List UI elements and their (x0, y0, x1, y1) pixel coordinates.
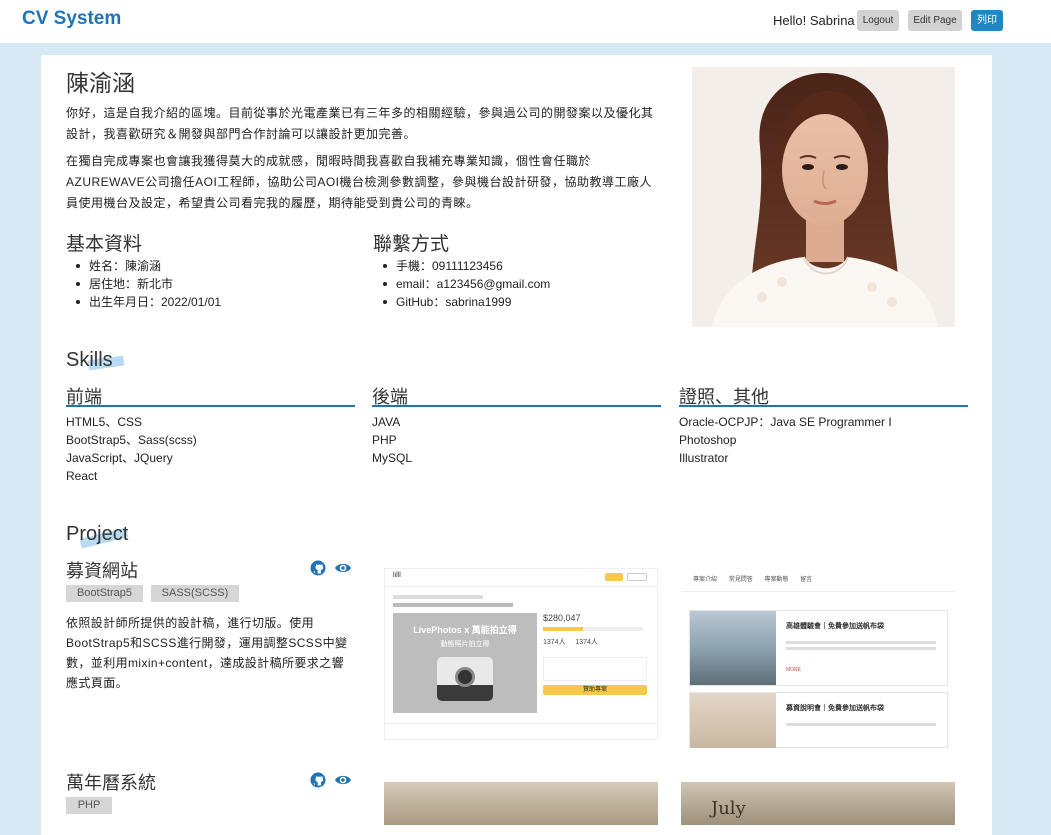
project-1-description: 依照設計師所提供的設計稿，進行切版。使用BootStrap5和SCSS進行開發，… (66, 616, 348, 690)
skills-title: Skills (66, 349, 113, 371)
project-2-tag-php: PHP (66, 797, 112, 814)
portrait-image (692, 67, 955, 327)
project-1-tag-bootstrap: BootStrap5 (66, 585, 143, 602)
skills-backend-divider (372, 405, 661, 407)
github-icon (310, 560, 326, 576)
mock-days: 1374人 (575, 639, 598, 646)
greeting-text: Hello! Sabrina (773, 13, 855, 28)
skill-item: PHP (372, 433, 397, 447)
skills-backend-list: JAVA PHP MySQL (372, 413, 412, 467)
top-navbar: CV System Hello! Sabrina Logout Edit Pag… (0, 0, 1051, 43)
skills-frontend-divider (66, 405, 355, 407)
intro-paragraph-2: 在獨自完成專案也會讓我獲得莫大的成就感，閒暇時間我喜歡自我補充專業知識，個性會任… (66, 154, 653, 210)
camera-illustration (437, 657, 493, 701)
project-1-screenshot-b[interactable]: 專案介紹 常見問答 專案動態 留言 高雄體驗會｜免費參加送帆布袋 MORE 募資… (681, 568, 955, 748)
contact-email[interactable]: email：a123456@gmail.com (373, 275, 550, 293)
project-1-screenshot-a[interactable]: lilll LivePhotos x 萬能拍立得 動態照片拍立得 $280,04… (384, 568, 658, 740)
github-icon (310, 772, 326, 788)
mock-navbar: lilll (385, 569, 657, 587)
mock-tabs: 專案介紹 常見問答 專案動態 留言 (693, 574, 812, 583)
logout-button[interactable]: Logout (857, 10, 899, 31)
skills-cert-divider (679, 405, 968, 407)
mock-post-2: 募資說明會｜免費參加送帆布袋 (689, 692, 948, 748)
mock-post-1: 高雄體驗會｜免費參加送帆布袋 MORE (689, 610, 948, 686)
mock-banner-title: LivePhotos x 萬能拍立得 (413, 625, 517, 635)
mock-logo: lilll (393, 572, 401, 579)
eye-icon (335, 775, 351, 785)
print-button[interactable]: 列印 (971, 10, 1003, 31)
basic-info-birthday: 出生年月日：2022/01/01 (66, 293, 221, 311)
basic-info-residence: 居住地：新北市 (66, 275, 221, 293)
skill-item: JavaScript、JQuery (66, 451, 173, 465)
skill-item: HTML5、CSS (66, 415, 143, 429)
skill-item: JAVA (372, 415, 401, 429)
basic-info-list: 姓名：陳渝涵 居住地：新北市 出生年月日：2022/01/01 (66, 257, 221, 311)
calendar-month-label: July (711, 798, 746, 819)
project-1-tag-sass: SASS(SCSS) (151, 585, 239, 602)
intro-paragraph-1: 你好，這是自我介紹的區塊。目前從事於光電產業已有三年多的相關經驗，參與過公司的開… (66, 106, 654, 141)
mock-banner: LivePhotos x 萬能拍立得 動態照片拍立得 (393, 613, 537, 713)
mock-cta: 贊助專案 (543, 685, 647, 695)
mock-post-1-more: MORE (786, 667, 801, 673)
project-1-github-link[interactable] (310, 560, 328, 576)
project-2-title: 萬年曆系統 (66, 773, 156, 793)
project-2-screenshot-b[interactable]: July (681, 782, 955, 825)
contact-phone: 手機：09111123456 (373, 257, 550, 275)
skill-item: MySQL (372, 451, 413, 465)
profile-photo (692, 67, 955, 327)
mock-tab: 專案介紹 (693, 577, 718, 583)
skill-item: Oracle-OCPJP：Java SE Programmer I (679, 415, 892, 429)
contact-github[interactable]: GitHub：sabrina1999 (373, 293, 550, 311)
basic-info-title: 基本資料 (66, 234, 143, 255)
project-title: Project (66, 523, 129, 545)
mock-backers: 1374人 (543, 639, 566, 646)
mock-banner-subtitle: 動態照片拍立得 (440, 641, 490, 648)
contact-list: 手機：09111123456 email：a123456@gmail.com G… (373, 257, 550, 311)
eye-icon (335, 563, 351, 573)
project-1-title: 募資網站 (66, 561, 138, 581)
mock-tab: 留言 (800, 577, 813, 583)
basic-info-name: 姓名：陳渝涵 (66, 257, 221, 275)
edit-page-button[interactable]: Edit Page (908, 10, 962, 31)
profile-name: 陳渝涵 (66, 70, 135, 96)
skill-item: React (66, 469, 98, 483)
mock-post-2-title: 募資說明會｜免費參加送帆布袋 (786, 705, 884, 712)
project-2-screenshot-a[interactable] (384, 782, 658, 825)
project-1-preview-link[interactable] (334, 561, 352, 577)
skills-frontend-list: HTML5、CSS BootStrap5、Sass(scss) JavaScri… (66, 413, 197, 485)
skill-item: Photoshop (679, 433, 737, 447)
mock-amount: $280,047 (543, 613, 581, 623)
project-2-preview-link[interactable] (334, 773, 352, 789)
skill-item: Illustrator (679, 451, 729, 465)
skill-item: BootStrap5、Sass(scss) (66, 433, 197, 447)
mock-post-1-title: 高雄體驗會｜免費參加送帆布袋 (786, 623, 884, 630)
brand-logo[interactable]: CV System (22, 8, 121, 30)
skills-cert-list: Oracle-OCPJP：Java SE Programmer I Photos… (679, 413, 892, 467)
project-2-github-link[interactable] (310, 772, 328, 788)
contact-title: 聯繫方式 (373, 234, 450, 255)
mock-tab: 專案動態 (764, 577, 789, 583)
mock-funding-panel: $280,047 1374人 1374人 贊助專案 (543, 613, 651, 709)
mock-tab: 常見問答 (728, 577, 753, 583)
